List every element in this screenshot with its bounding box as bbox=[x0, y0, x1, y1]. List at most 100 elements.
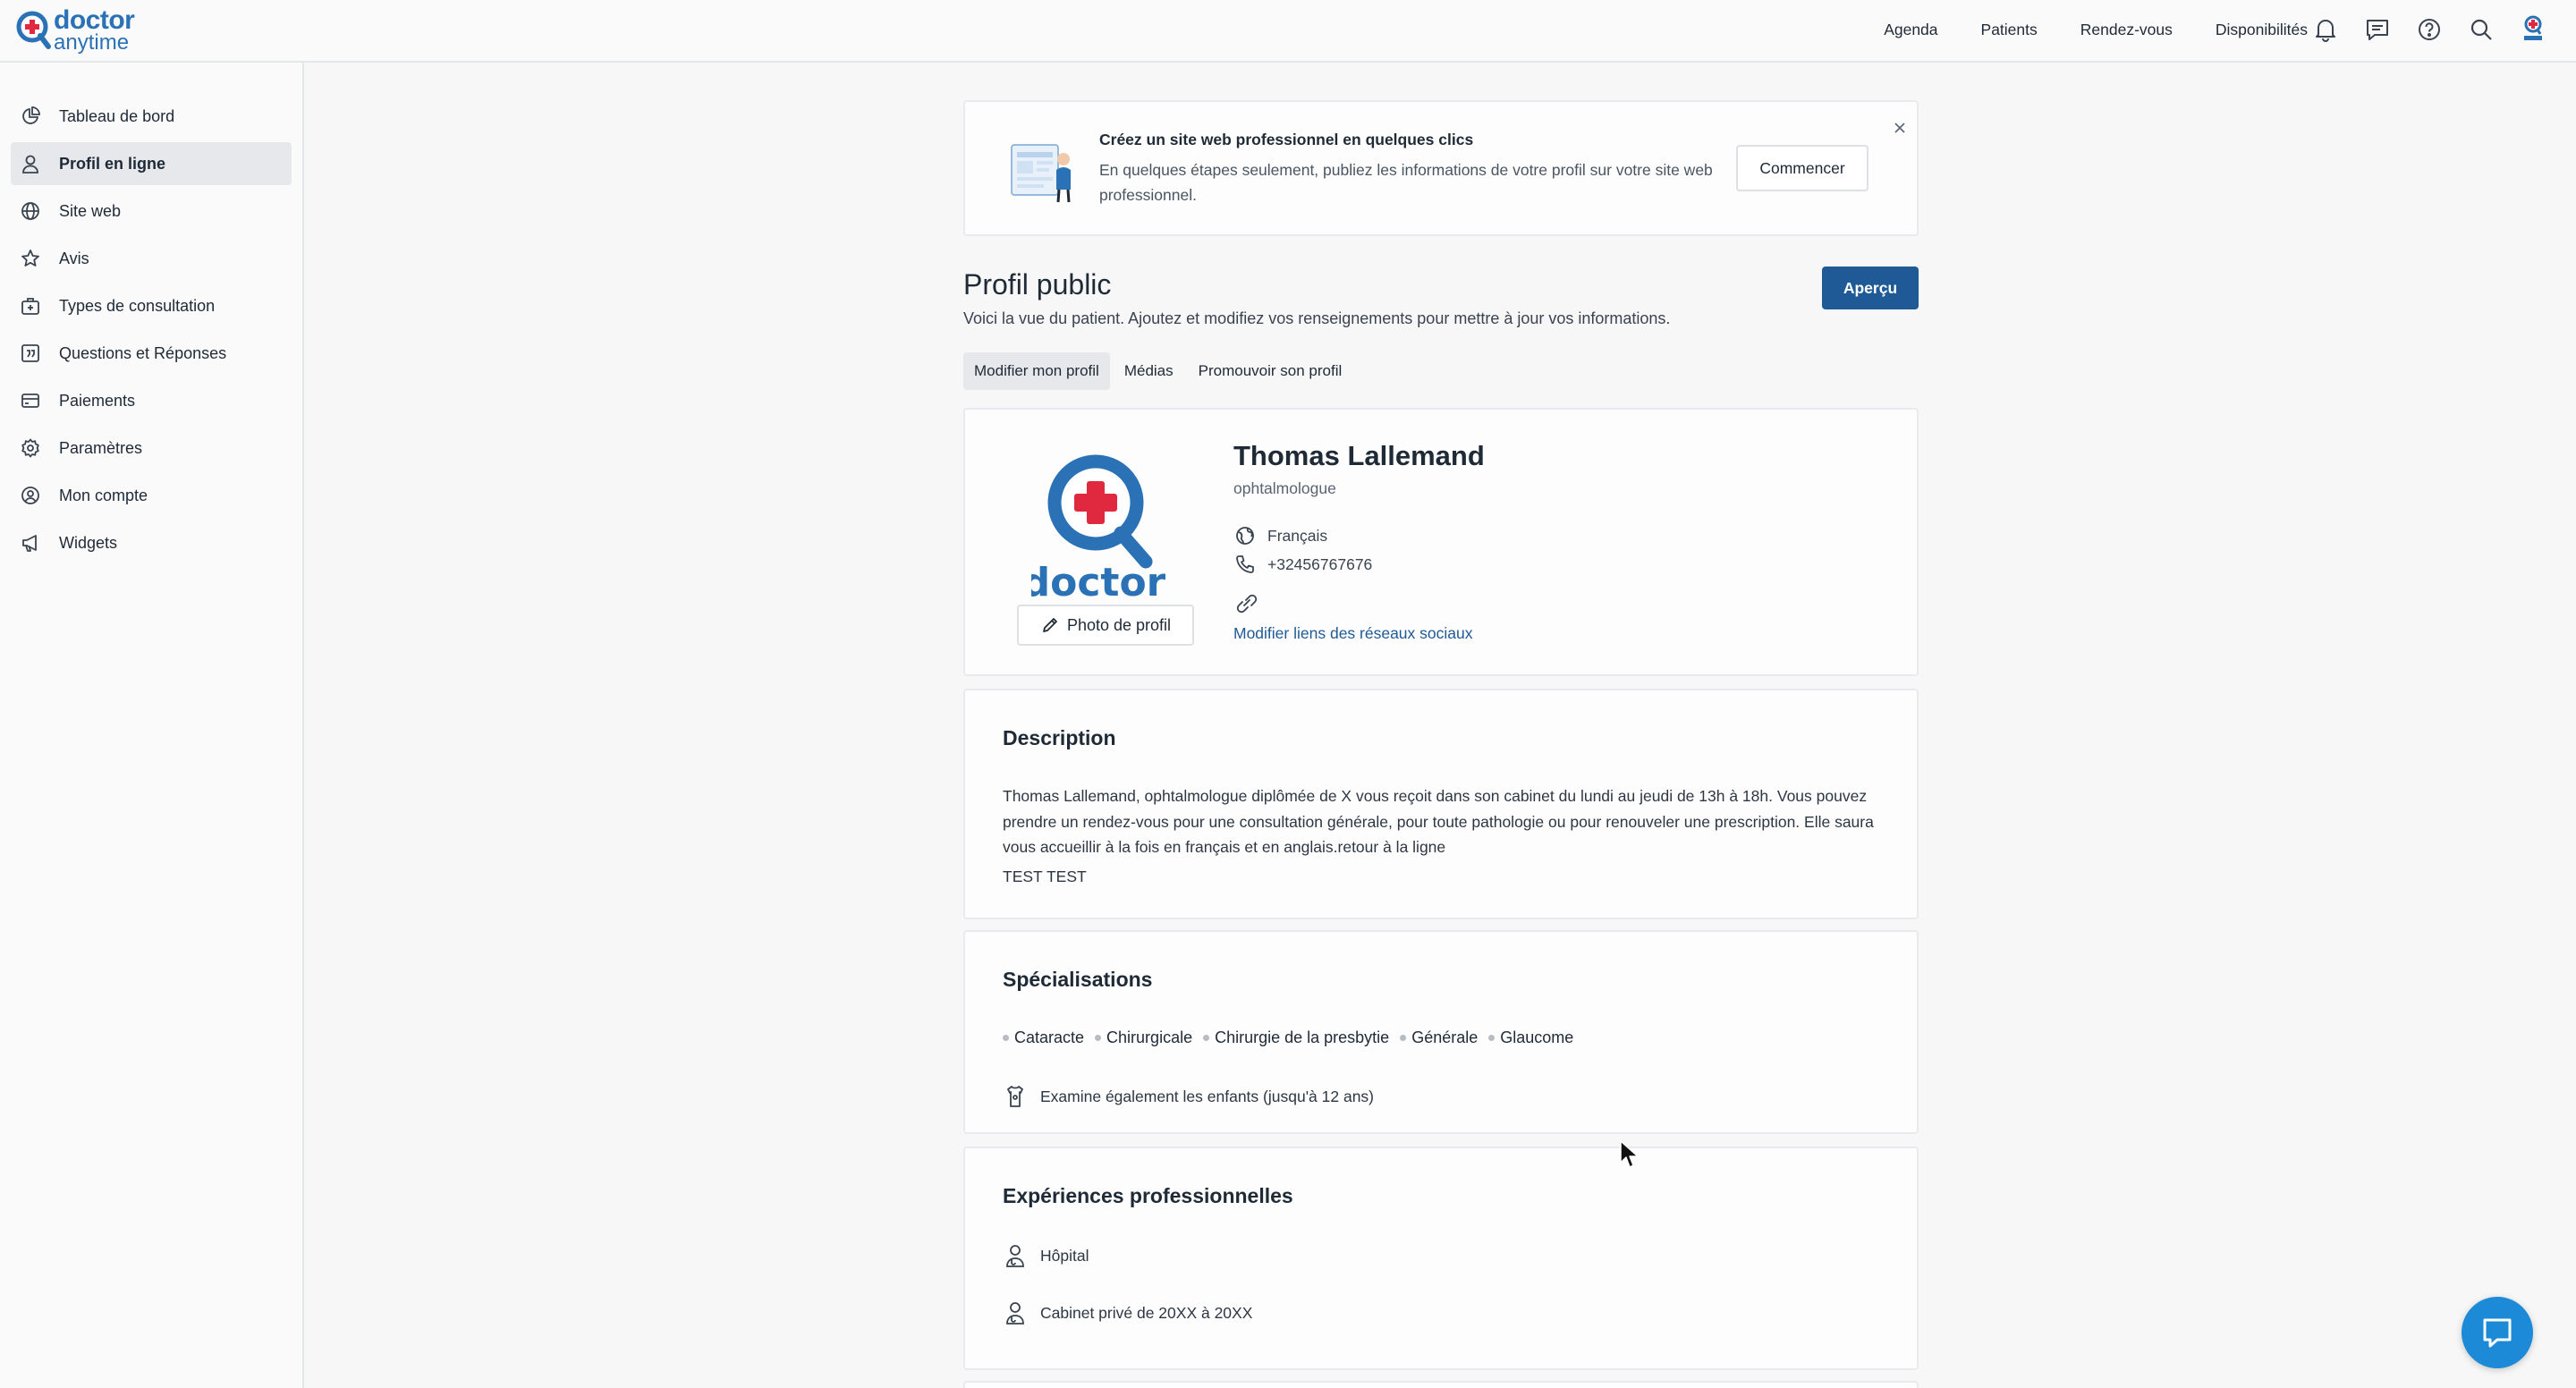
close-icon[interactable] bbox=[1890, 118, 1910, 138]
apercu-button[interactable]: Aperçu bbox=[1822, 267, 1919, 309]
profile-tabs: Modifier mon profil Médias Promouvoir so… bbox=[963, 352, 1356, 390]
child-shirt-icon bbox=[1003, 1084, 1028, 1109]
specializations-title: Spécialisations bbox=[1003, 968, 1153, 991]
specialization-tag: Chirurgicale bbox=[1095, 1028, 1192, 1047]
sidebar-item-types-de-consultation[interactable]: Types de consultation bbox=[11, 284, 292, 327]
description-extra: TEST TEST bbox=[1003, 868, 1087, 885]
avatar-logo-text: doctor bbox=[1031, 560, 1165, 603]
experience-label: Hôpital bbox=[1040, 1246, 1089, 1265]
sidebar-item-widgets[interactable]: Widgets bbox=[11, 521, 292, 564]
mouse-cursor-icon bbox=[1619, 1139, 1640, 1170]
tab-medias[interactable]: Médias bbox=[1114, 352, 1184, 390]
page-subtitle: Voici la vue du patient. Ajoutez et modi… bbox=[963, 309, 1671, 327]
card-icon bbox=[18, 388, 43, 413]
specialization-tag: Chirurgie de la presbytie bbox=[1203, 1028, 1389, 1047]
sidebar-item-questions-et-reponses[interactable]: Questions et Réponses bbox=[11, 332, 292, 375]
page-title: Profil public bbox=[963, 268, 1112, 300]
nav-agenda[interactable]: Agenda bbox=[1884, 21, 1937, 39]
next-section-card bbox=[963, 1381, 1919, 1388]
website-promo-banner: Créez un site web professionnel en quelq… bbox=[963, 100, 1919, 236]
bell-icon[interactable] bbox=[2311, 15, 2340, 44]
sidebar-item-mon-compte[interactable]: Mon compte bbox=[11, 474, 292, 517]
search-icon[interactable] bbox=[2467, 15, 2496, 44]
sidebar-item-avis[interactable]: Avis bbox=[11, 237, 292, 280]
header-icons bbox=[2288, 0, 2547, 59]
specializations-card: Spécialisations Cataracte Chirurgicale C… bbox=[963, 930, 1919, 1134]
sidebar-item-paiements[interactable]: Paiements bbox=[11, 379, 292, 422]
profile-card: doctor Photo de profil Thomas Lallemand … bbox=[963, 408, 1919, 676]
top-header: doctor anytime Agenda Patients Rendez-vo… bbox=[0, 0, 2576, 63]
doctoranytime-logo[interactable]: doctor anytime bbox=[16, 7, 135, 55]
globe-icon bbox=[18, 199, 43, 224]
nav-patients[interactable]: Patients bbox=[1981, 21, 2038, 39]
banner-title: Créez un site web professionnel en quelq… bbox=[1099, 131, 1474, 148]
sidebar-item-label: Avis bbox=[59, 249, 89, 267]
specialization-tags: Cataracte Chirurgicale Chirurgie de la p… bbox=[1003, 1028, 1584, 1047]
phone-icon bbox=[1233, 553, 1257, 576]
experience-label: Cabinet privé de 20XX à 20XX bbox=[1040, 1303, 1253, 1322]
medical-bag-icon bbox=[18, 293, 43, 318]
logo-mark-icon bbox=[16, 11, 52, 50]
link-icon bbox=[1233, 592, 1260, 615]
message-icon[interactable] bbox=[2363, 15, 2392, 44]
commencer-button[interactable]: Commencer bbox=[1736, 145, 1868, 191]
chat-bubble-icon bbox=[2479, 1315, 2515, 1350]
photo-de-profil-button[interactable]: Photo de profil bbox=[1017, 605, 1194, 646]
help-icon[interactable] bbox=[2415, 15, 2444, 44]
phone-row: +32456767676 bbox=[1233, 553, 1372, 576]
globe-language-icon bbox=[1233, 524, 1257, 547]
sidebar: Tableau de bord Profil en ligne Site web… bbox=[0, 63, 304, 1388]
phone-value: +32456767676 bbox=[1267, 554, 1373, 573]
tab-modifier-mon-profil[interactable]: Modifier mon profil bbox=[963, 352, 1110, 390]
doctor-name: Thomas Lallemand bbox=[1233, 440, 1485, 471]
nav-rendez-vous[interactable]: Rendez-vous bbox=[2080, 21, 2173, 39]
chat-button[interactable] bbox=[2462, 1297, 2533, 1368]
sidebar-item-label: Paramètres bbox=[59, 438, 143, 457]
description-title: Description bbox=[1003, 726, 1116, 749]
user-icon bbox=[18, 151, 43, 176]
language-value: Français bbox=[1267, 526, 1328, 545]
experience-card: Expériences professionnelles Hôpital Cab… bbox=[963, 1147, 1919, 1370]
experience-item: Cabinet privé de 20XX à 20XX bbox=[1003, 1300, 1252, 1325]
sidebar-item-site-web[interactable]: Site web bbox=[11, 190, 292, 233]
sidebar-item-label: Paiements bbox=[59, 391, 136, 410]
children-note: Examine également les enfants (jusqu'à 1… bbox=[1040, 1087, 1375, 1105]
sidebar-item-tableau-de-bord[interactable]: Tableau de bord bbox=[11, 95, 292, 138]
sidebar-item-label: Mon compte bbox=[59, 486, 148, 504]
specialization-tag: Cataracte bbox=[1003, 1028, 1084, 1047]
modifier-reseaux-sociaux-link[interactable]: Modifier liens des réseaux sociaux bbox=[1233, 624, 1473, 643]
sidebar-item-label: Site web bbox=[59, 201, 122, 220]
specialization-tag: Générale bbox=[1400, 1028, 1478, 1047]
top-nav: Agenda Patients Rendez-vous Disponibilit… bbox=[1841, 0, 2308, 59]
profile-photo: doctor bbox=[1031, 451, 1165, 603]
doctor-person-icon bbox=[1003, 1243, 1028, 1268]
pencil-icon bbox=[1040, 615, 1060, 635]
logo-text-anytime: anytime bbox=[54, 30, 130, 55]
description-text: Thomas Lallemand, ophtalmologue diplômée… bbox=[1003, 787, 1874, 856]
doctor-person-icon bbox=[1003, 1300, 1028, 1325]
sidebar-item-parametres[interactable]: Paramètres bbox=[11, 427, 292, 470]
banner-text: En quelques étapes seulement, publiez le… bbox=[1099, 161, 1713, 204]
main-content: Créez un site web professionnel en quelq… bbox=[306, 63, 2576, 1388]
website-illustration-icon bbox=[1004, 132, 1076, 204]
sidebar-item-label: Questions et Réponses bbox=[59, 343, 227, 362]
avatar-icon[interactable] bbox=[2519, 15, 2547, 44]
language-row: Français bbox=[1233, 524, 1327, 547]
sidebar-item-profil-en-ligne[interactable]: Profil en ligne bbox=[11, 142, 292, 185]
megaphone-icon bbox=[18, 530, 43, 555]
experience-title: Expériences professionnelles bbox=[1003, 1184, 1293, 1207]
children-note-row: Examine également les enfants (jusqu'à 1… bbox=[1003, 1084, 1374, 1109]
sidebar-item-label: Types de consultation bbox=[59, 296, 216, 315]
pie-chart-icon bbox=[18, 104, 43, 129]
quote-icon bbox=[18, 341, 43, 366]
gear-icon bbox=[18, 436, 43, 461]
sidebar-item-label: Profil en ligne bbox=[59, 154, 166, 173]
sidebar-item-label: Tableau de bord bbox=[59, 106, 175, 125]
experience-item: Hôpital bbox=[1003, 1243, 1089, 1268]
description-card: Description Thomas Lallemand, ophtalmolo… bbox=[963, 689, 1919, 919]
tab-promouvoir-son-profil[interactable]: Promouvoir son profil bbox=[1188, 352, 1353, 390]
doctor-specialty: ophtalmologue bbox=[1233, 479, 1336, 497]
account-icon bbox=[18, 483, 43, 508]
specialization-tag: Glaucome bbox=[1488, 1028, 1573, 1047]
photo-button-label: Photo de profil bbox=[1066, 615, 1172, 634]
